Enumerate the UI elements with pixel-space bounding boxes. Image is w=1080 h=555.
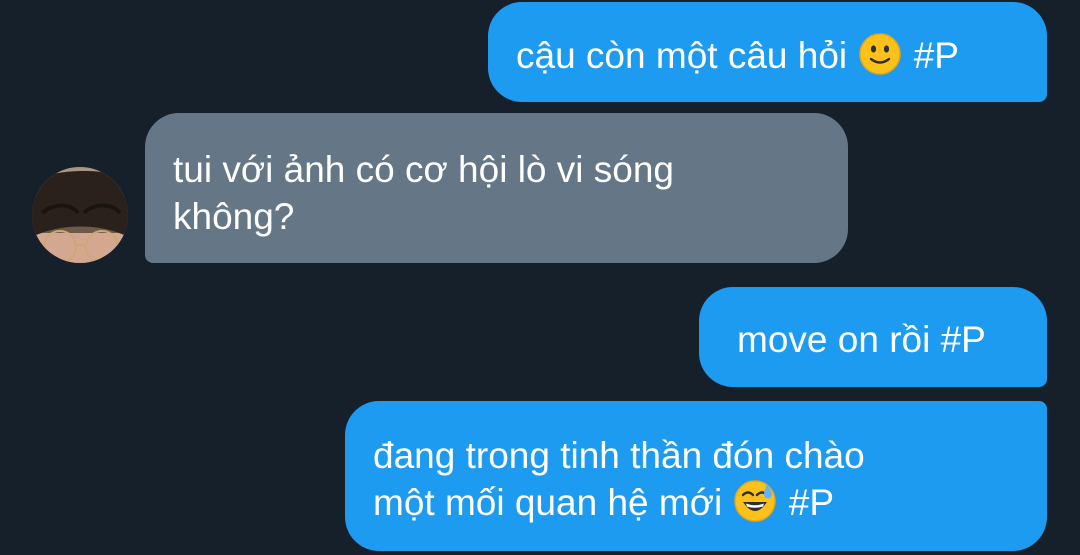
outgoing-message[interactable]: cậu còn một câu hỏi #P (488, 2, 1047, 102)
message-text: cậu còn một câu hỏi (516, 35, 848, 76)
message-tag: #P (913, 35, 959, 76)
outgoing-message[interactable]: move on rồi #P (699, 287, 1047, 387)
outgoing-message[interactable]: đang trong tinh thần đón chào một mối qu… (345, 401, 1047, 551)
message-tag: #P (788, 482, 835, 523)
contact-avatar[interactable] (32, 167, 128, 263)
slightly-smiling-face-icon (859, 33, 902, 75)
message-text-line-1: tui với ảnh có cơ hội lò vi sóng (173, 149, 674, 190)
message-text: move on rồi #P (737, 319, 986, 360)
message-text-line-1: đang trong tinh thần đón chào (373, 435, 865, 476)
incoming-message[interactable]: tui với ảnh có cơ hội lò vi sóng không? (145, 113, 848, 263)
message-text-line-2: một mối quan hệ mới (373, 482, 723, 523)
message-text-line-2-wrapper: một mối quan hệ mới #P (373, 479, 1047, 526)
message-text-line-2: không? (173, 196, 295, 237)
grinning-face-with-sweat-icon (734, 480, 777, 522)
